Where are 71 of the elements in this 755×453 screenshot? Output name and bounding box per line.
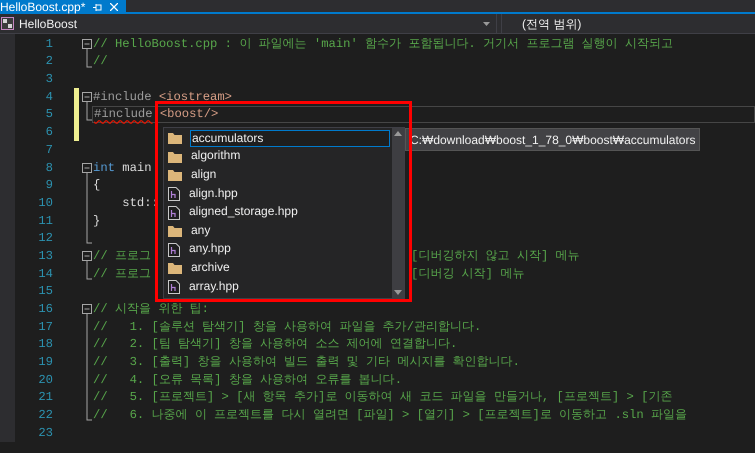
code-token: } bbox=[93, 212, 100, 230]
completion-item[interactable]: align.hpp bbox=[168, 184, 392, 204]
line-number: 5 bbox=[44, 106, 53, 124]
line-number: 21 bbox=[37, 389, 53, 406]
line-number: 16 bbox=[37, 301, 53, 318]
folder-icon bbox=[168, 150, 182, 163]
close-icon[interactable] bbox=[110, 3, 118, 11]
line-number: 22 bbox=[37, 407, 53, 424]
header-file-icon bbox=[168, 187, 180, 202]
code-comment: // 1. [솔루션 탐색기] 창을 사용하여 파일을 추가/관리합니다. bbox=[93, 318, 482, 336]
code-token: { bbox=[93, 177, 100, 194]
line-number: 2 bbox=[44, 53, 53, 70]
line-number: 15 bbox=[37, 283, 53, 300]
completion-item[interactable]: array.hpp bbox=[168, 278, 392, 296]
scroll-up-icon[interactable] bbox=[394, 131, 402, 136]
code-token: #include bbox=[94, 106, 153, 124]
code-token: #include bbox=[93, 88, 152, 106]
line-number: 17 bbox=[37, 318, 53, 336]
line-number: 20 bbox=[37, 372, 53, 389]
line-number: 7 bbox=[44, 142, 53, 159]
line-number: 12 bbox=[37, 230, 53, 248]
line-number: 6 bbox=[44, 124, 53, 142]
header-file-icon bbox=[168, 242, 180, 257]
line-number: 13 bbox=[37, 248, 53, 265]
pin-icon[interactable] bbox=[93, 2, 102, 12]
path-tooltip: C:₩download₩boost_1_78_0₩boost₩accumulators bbox=[405, 128, 700, 151]
line-number: 10 bbox=[37, 194, 53, 212]
code-token: int bbox=[93, 160, 115, 177]
code-comment: // HelloBoost.cpp : 이 파일에는 'main' 함수가 포함됩니다. 거기서 프로그램 실행이 시작되고 bbox=[93, 36, 673, 53]
line-number: 19 bbox=[37, 354, 53, 372]
folder-icon bbox=[168, 132, 182, 144]
scrollbar[interactable] bbox=[392, 128, 404, 298]
code-comment: // 프로그 bbox=[93, 248, 151, 263]
line-number: 4 bbox=[44, 88, 53, 106]
code-comment: // 4. [오류 목록] 창을 사용하여 오류를 봅니다. bbox=[93, 372, 402, 389]
completion-item[interactable]: any.hpp bbox=[168, 240, 392, 260]
code-comment: // 3. [출력] 창을 사용하여 빌드 출력 및 기타 메시지를 확인합니다. bbox=[93, 354, 520, 372]
line-number: 9 bbox=[44, 177, 53, 194]
dropdown-arrow-icon bbox=[483, 22, 490, 26]
project-dropdown[interactable]: HelloBoost bbox=[0, 14, 497, 33]
code-comment: // 5. [프로젝트] > [새 항목 추가]로 이동하여 새 코드 파일을 만들거나, [프로젝트] > [기존 bbox=[93, 389, 672, 406]
line-number: 18 bbox=[37, 336, 53, 354]
completion-item[interactable]: archive bbox=[168, 259, 392, 278]
code-comment: [디버깅 시작] 메뉴 bbox=[411, 266, 524, 283]
line-number: 8 bbox=[44, 160, 53, 177]
scroll-down-icon[interactable] bbox=[394, 290, 402, 295]
folder-icon bbox=[168, 169, 182, 182]
code-token: <iostream> bbox=[158, 88, 232, 106]
code-comment: // 시작을 위한 팁: bbox=[93, 301, 209, 318]
header-file-icon bbox=[168, 280, 180, 294]
folder-icon bbox=[168, 225, 182, 238]
header-file-icon bbox=[168, 206, 180, 220]
code-comment: [디버깅하지 않고 시작] 메뉴 bbox=[411, 248, 580, 265]
line-number: 1 bbox=[44, 36, 53, 53]
code-token: <boost/> bbox=[158, 106, 218, 124]
code-token: main bbox=[121, 160, 152, 177]
completion-item[interactable]: any bbox=[168, 222, 392, 241]
code-comment: // bbox=[93, 53, 108, 70]
file-tab[interactable]: HelloBoost.cpp* bbox=[0, 0, 126, 14]
code-comment: // 6. 나중에 이 프로젝트를 다시 열려면 [파일] > [열기] > [프로젝트]로 이동하고 .sln 파일을 bbox=[93, 407, 688, 424]
code-comment: // 2. [팀 탐색기] 창을 사용하여 소스 제어에 연결합니다. bbox=[93, 336, 458, 354]
code-comment: // 프로그 bbox=[93, 266, 151, 281]
completion-item[interactable]: algorithm bbox=[168, 148, 392, 166]
line-number: 23 bbox=[37, 424, 53, 442]
line-number: 3 bbox=[44, 71, 53, 88]
folder-icon bbox=[168, 262, 182, 274]
line-number: 14 bbox=[37, 266, 53, 283]
line-number: 11 bbox=[37, 212, 53, 230]
completion-item[interactable]: align bbox=[168, 166, 392, 185]
completion-item[interactable]: aligned_storage.hpp bbox=[168, 203, 392, 222]
scope-dropdown[interactable]: (전역 범위) bbox=[501, 14, 755, 33]
